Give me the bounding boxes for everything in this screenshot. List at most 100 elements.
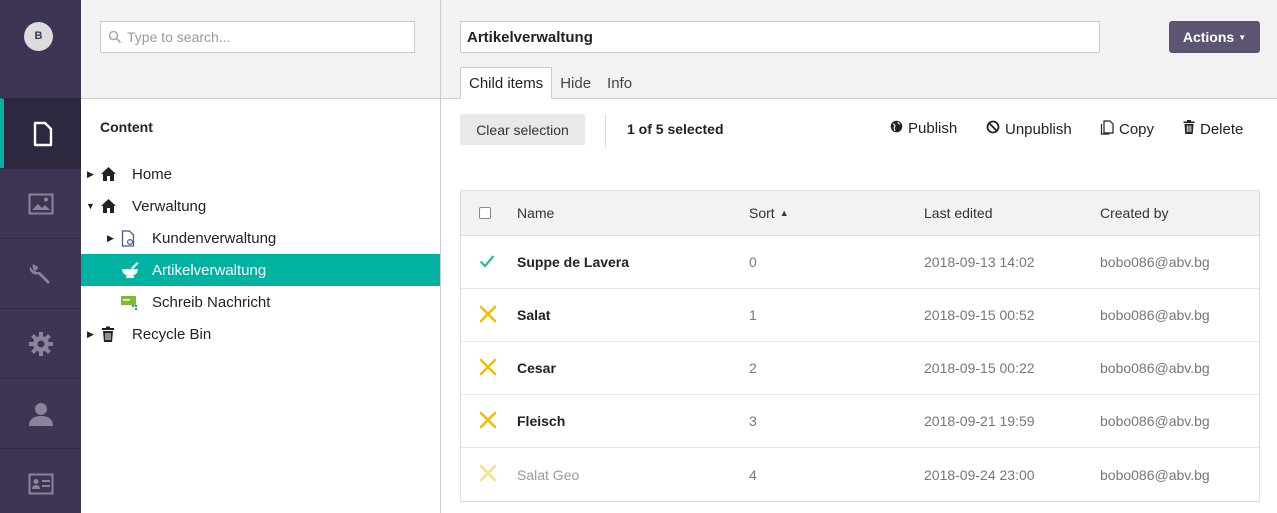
section-members[interactable] [0, 448, 81, 513]
row-last-edited: 2018-09-21 19:59 [924, 413, 1035, 429]
caret-down-icon[interactable]: ▼ [86, 201, 95, 211]
unpublish-button[interactable]: Unpublish [986, 120, 1072, 138]
tree-item-label: Kundenverwaltung [152, 229, 277, 247]
copy-icon [1100, 120, 1114, 139]
delete-button[interactable]: Delete [1183, 120, 1243, 138]
table-row[interactable]: Salat 1 2018-09-15 00:52 bobo086@abv.bg [461, 289, 1259, 342]
search-input[interactable] [127, 22, 407, 52]
tab-info[interactable]: Info [599, 67, 640, 99]
actions-label: Actions [1182, 29, 1235, 45]
row-status[interactable] [479, 289, 497, 341]
column-sort[interactable]: Sort ▲ [749, 191, 789, 235]
tree-item-label: Artikelverwaltung [152, 261, 267, 279]
row-last-edited: 2018-09-15 00:52 [924, 307, 1035, 323]
toolbar-divider [605, 114, 606, 148]
node-name-input[interactable] [460, 21, 1100, 53]
row-last-edited: 2018-09-24 23:00 [924, 466, 1035, 483]
table-row[interactable]: Fleisch 3 2018-09-21 19:59 bobo086@abv.b… [461, 395, 1259, 448]
column-created-by[interactable]: Created by [1100, 191, 1168, 235]
image-icon [28, 193, 54, 215]
editor-panel: Actions ▼ Child items Hide Info Clear se… [441, 0, 1277, 513]
row-name[interactable]: Fleisch [517, 395, 565, 447]
tree-item-label: Schreib Nachricht [152, 293, 271, 311]
id-card-icon [28, 473, 54, 495]
row-created-by: bobo086@abv.bg [1100, 466, 1210, 483]
trash-icon [101, 326, 115, 343]
row-sort: 2 [749, 360, 757, 376]
column-sort-label: Sort [749, 205, 775, 221]
caret-down-icon: ▼ [1238, 32, 1247, 42]
column-last-edited[interactable]: Last edited [924, 191, 993, 235]
unpublish-label: Unpublish [1005, 120, 1072, 138]
row-name[interactable]: Cesar [517, 342, 556, 394]
editor-tabs: Child items Hide Info [460, 67, 640, 99]
row-sort: 1 [749, 307, 757, 323]
actions-button[interactable]: Actions ▼ [1169, 21, 1260, 53]
row-sort: 3 [749, 413, 757, 429]
row-created-by: bobo086@abv.bg [1100, 254, 1210, 270]
section-media[interactable] [0, 168, 81, 238]
table-header: Name Sort ▲ Last edited Created by [461, 191, 1259, 236]
caret-right-icon[interactable]: ▶ [87, 169, 94, 180]
row-name[interactable]: Suppe de Lavera [517, 236, 629, 288]
tree-item-artikelverwaltung[interactable]: Artikelverwaltung [81, 254, 440, 286]
wrench-icon [28, 261, 54, 287]
avatar[interactable]: B [24, 22, 53, 51]
tree-item-kundenverwaltung[interactable]: ▶ Kundenverwaltung [81, 222, 440, 254]
row-created-by: bobo086@abv.bg [1100, 360, 1210, 376]
message-icon [120, 294, 140, 310]
gear-icon [28, 331, 54, 357]
tab-hide[interactable]: Hide [552, 67, 599, 99]
trash-icon [1183, 120, 1195, 138]
column-name[interactable]: Name [517, 191, 554, 235]
publish-button[interactable]: Publish [890, 120, 957, 137]
tree-header [81, 0, 440, 99]
list-toolbar: Clear selection 1 of 5 selected Publish … [441, 99, 1277, 161]
tree-item-home[interactable]: ▶ Home [81, 158, 440, 190]
utensils-icon [479, 305, 497, 326]
table-row[interactable]: Suppe de Lavera 0 2018-09-13 14:02 bobo0… [461, 236, 1259, 289]
row-name[interactable]: Salat Geo [517, 448, 579, 501]
content-tree-panel: Content ▶ Home ▼ Verwaltung ▶ Kundenverw… [81, 0, 441, 513]
checkmark-icon [479, 254, 495, 271]
select-all-cell [479, 191, 491, 235]
table-row[interactable]: Cesar 2 2018-09-15 00:22 bobo086@abv.bg [461, 342, 1259, 395]
section-developer[interactable] [0, 308, 81, 378]
search-box[interactable] [100, 21, 415, 53]
row-status[interactable] [479, 395, 497, 447]
section-settings[interactable] [0, 238, 81, 308]
section-content[interactable] [0, 98, 81, 168]
section-users[interactable] [0, 378, 81, 448]
document-icon [121, 229, 135, 247]
tab-child-items[interactable]: Child items [460, 67, 553, 99]
home-icon [100, 166, 117, 182]
row-name[interactable]: Salat [517, 289, 550, 341]
row-last-edited: 2018-09-15 00:22 [924, 360, 1035, 376]
copy-button[interactable]: Copy [1100, 120, 1154, 139]
tree-item-recycle-bin[interactable]: ▶ Recycle Bin [81, 318, 440, 350]
caret-right-icon[interactable]: ▶ [107, 233, 114, 244]
utensils-icon [479, 464, 497, 485]
publish-label: Publish [908, 120, 958, 137]
tree-item-label: Verwaltung [132, 197, 207, 215]
row-status[interactable] [479, 236, 495, 288]
globe-icon [890, 120, 903, 137]
select-all-checkbox[interactable] [479, 207, 491, 219]
row-created-by: bobo086@abv.bg [1100, 307, 1210, 323]
tree-title: Content [100, 119, 153, 135]
copy-label: Copy [1119, 121, 1155, 138]
selection-count: 1 of 5 selected [627, 121, 724, 137]
tree-item-verwaltung[interactable]: ▼ Verwaltung [81, 190, 440, 222]
user-icon [28, 401, 54, 427]
delete-label: Delete [1200, 120, 1244, 138]
tree-item-label: Home [132, 165, 173, 183]
tree-item-label: Recycle Bin [132, 325, 212, 343]
row-status[interactable] [479, 342, 497, 394]
row-created-by: bobo086@abv.bg [1100, 413, 1210, 429]
clear-selection-button[interactable]: Clear selection [460, 114, 585, 145]
table-row[interactable]: Salat Geo 4 2018-09-24 23:00 bobo086@abv… [461, 448, 1259, 501]
row-status[interactable] [479, 448, 497, 501]
home-icon [100, 198, 117, 214]
caret-right-icon[interactable]: ▶ [87, 329, 94, 340]
tree-item-schreib-nachricht[interactable]: Schreib Nachricht [81, 286, 440, 318]
